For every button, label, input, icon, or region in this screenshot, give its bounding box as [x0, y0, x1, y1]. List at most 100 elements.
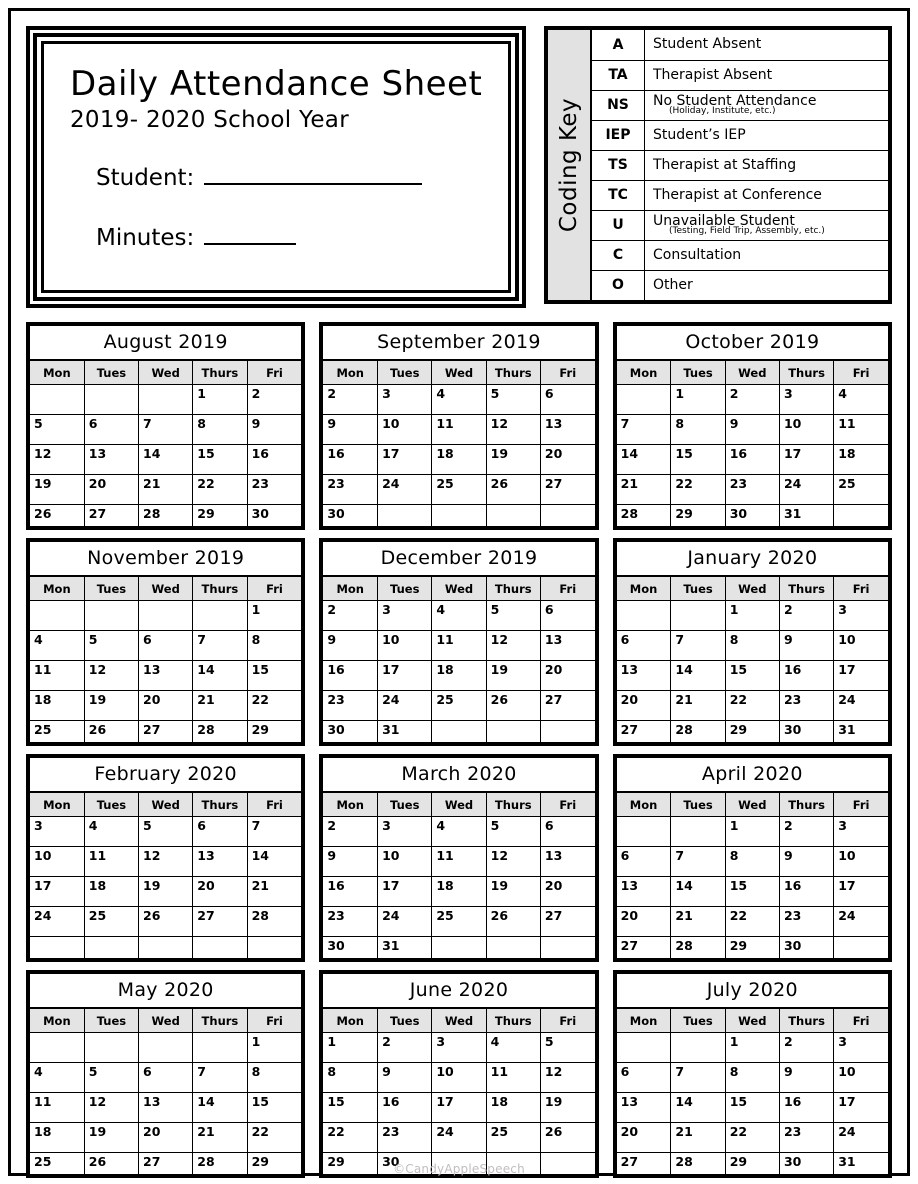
calendar-day-cell[interactable]: 30: [724, 504, 780, 526]
calendar-day-cell[interactable]: 21: [138, 474, 194, 505]
calendar-day-cell[interactable]: [83, 600, 140, 631]
calendar-day-cell[interactable]: 27: [616, 936, 672, 958]
calendar-day-cell[interactable]: 19: [539, 1092, 595, 1123]
calendar-day-cell[interactable]: 14: [670, 660, 726, 691]
calendar-day-cell[interactable]: 30: [323, 720, 379, 742]
calendar-day-cell[interactable]: [431, 936, 487, 958]
calendar-day-cell[interactable]: 17: [30, 876, 85, 907]
calendar-day-cell[interactable]: 10: [778, 414, 835, 445]
calendar-day-cell[interactable]: 23: [778, 690, 835, 721]
calendar-day-cell[interactable]: 17: [431, 1092, 487, 1123]
calendar-day-cell[interactable]: 10: [833, 630, 888, 661]
calendar-day-cell[interactable]: 21: [246, 876, 302, 907]
calendar-day-cell[interactable]: 23: [323, 474, 379, 505]
calendar-day-cell[interactable]: 7: [670, 630, 726, 661]
calendar-day-cell[interactable]: 10: [377, 846, 433, 877]
calendar-day-cell[interactable]: [431, 504, 487, 526]
calendar-day-cell[interactable]: 21: [616, 474, 672, 505]
calendar-day-cell[interactable]: 20: [138, 1122, 194, 1153]
calendar-day-cell[interactable]: 10: [30, 846, 85, 877]
calendar-day-cell[interactable]: 5: [30, 414, 85, 445]
calendar-day-cell[interactable]: 27: [138, 720, 194, 742]
calendar-day-cell[interactable]: 12: [485, 414, 541, 445]
calendar-day-cell[interactable]: [30, 600, 85, 631]
calendar-day-cell[interactable]: 8: [724, 846, 780, 877]
calendar-day-cell[interactable]: 12: [83, 1092, 140, 1123]
calendar-day-cell[interactable]: 5: [83, 630, 140, 661]
calendar-day-cell[interactable]: 16: [323, 876, 379, 907]
calendar-day-cell[interactable]: 27: [192, 906, 248, 937]
calendar-day-cell[interactable]: 2: [323, 816, 379, 847]
calendar-day-cell[interactable]: 2: [778, 816, 835, 847]
calendar-day-cell[interactable]: 18: [485, 1092, 541, 1123]
calendar-day-cell[interactable]: 28: [138, 504, 194, 526]
calendar-day-cell[interactable]: 25: [83, 906, 140, 937]
calendar-day-cell[interactable]: 7: [192, 1062, 248, 1093]
calendar-day-cell[interactable]: 17: [778, 444, 835, 475]
calendar-day-cell[interactable]: [83, 1032, 140, 1063]
calendar-day-cell[interactable]: 10: [833, 1062, 888, 1093]
calendar-day-cell[interactable]: 12: [83, 660, 140, 691]
calendar-day-cell[interactable]: 8: [724, 630, 780, 661]
student-input-line[interactable]: [204, 163, 423, 185]
calendar-day-cell[interactable]: 27: [539, 690, 595, 721]
calendar-day-cell[interactable]: 28: [670, 936, 726, 958]
calendar-day-cell[interactable]: 1: [246, 600, 302, 631]
calendar-day-cell[interactable]: 4: [83, 816, 140, 847]
calendar-day-cell[interactable]: 22: [724, 690, 780, 721]
calendar-day-cell[interactable]: 2: [377, 1032, 433, 1063]
calendar-day-cell[interactable]: 17: [833, 660, 888, 691]
calendar-day-cell[interactable]: 6: [138, 1062, 194, 1093]
calendar-day-cell[interactable]: 23: [724, 474, 780, 505]
calendar-day-cell[interactable]: [192, 1032, 248, 1063]
calendar-day-cell[interactable]: 28: [246, 906, 302, 937]
calendar-day-cell[interactable]: 16: [323, 444, 379, 475]
calendar-day-cell[interactable]: 21: [670, 906, 726, 937]
calendar-day-cell[interactable]: 24: [377, 690, 433, 721]
calendar-day-cell[interactable]: 17: [377, 660, 433, 691]
calendar-day-cell[interactable]: 31: [377, 720, 433, 742]
calendar-day-cell[interactable]: 9: [323, 846, 379, 877]
calendar-day-cell[interactable]: 3: [833, 1032, 888, 1063]
calendar-day-cell[interactable]: [192, 600, 248, 631]
calendar-day-cell[interactable]: 20: [192, 876, 248, 907]
calendar-day-cell[interactable]: 4: [30, 1062, 85, 1093]
calendar-day-cell[interactable]: 20: [616, 906, 672, 937]
calendar-day-cell[interactable]: 18: [431, 444, 487, 475]
calendar-day-cell[interactable]: 1: [192, 384, 248, 415]
calendar-day-cell[interactable]: 5: [485, 384, 541, 415]
calendar-day-cell[interactable]: [30, 384, 85, 415]
calendar-day-cell[interactable]: 16: [377, 1092, 433, 1123]
calendar-day-cell[interactable]: 19: [138, 876, 194, 907]
calendar-day-cell[interactable]: 1: [724, 600, 780, 631]
calendar-day-cell[interactable]: 7: [246, 816, 302, 847]
calendar-day-cell[interactable]: 2: [778, 1032, 835, 1063]
calendar-day-cell[interactable]: 30: [778, 936, 835, 958]
calendar-day-cell[interactable]: 7: [670, 846, 726, 877]
calendar-day-cell[interactable]: 5: [83, 1062, 140, 1093]
calendar-day-cell[interactable]: 20: [539, 660, 595, 691]
calendar-day-cell[interactable]: 27: [616, 720, 672, 742]
calendar-day-cell[interactable]: 29: [246, 720, 302, 742]
calendar-day-cell[interactable]: 29: [192, 504, 248, 526]
calendar-day-cell[interactable]: 24: [30, 906, 85, 937]
calendar-day-cell[interactable]: 28: [192, 720, 248, 742]
calendar-day-cell[interactable]: 18: [431, 660, 487, 691]
calendar-day-cell[interactable]: 1: [724, 816, 780, 847]
calendar-day-cell[interactable]: [138, 600, 194, 631]
calendar-day-cell[interactable]: 14: [246, 846, 302, 877]
calendar-day-cell[interactable]: 11: [485, 1062, 541, 1093]
calendar-day-cell[interactable]: 2: [778, 600, 835, 631]
calendar-day-cell[interactable]: 23: [778, 906, 835, 937]
calendar-day-cell[interactable]: 11: [30, 660, 85, 691]
calendar-day-cell[interactable]: 14: [192, 660, 248, 691]
calendar-day-cell[interactable]: 26: [539, 1122, 595, 1153]
calendar-day-cell[interactable]: 4: [30, 630, 85, 661]
calendar-day-cell[interactable]: 8: [670, 414, 726, 445]
calendar-day-cell[interactable]: 12: [539, 1062, 595, 1093]
calendar-day-cell[interactable]: 28: [670, 720, 726, 742]
calendar-day-cell[interactable]: 9: [323, 630, 379, 661]
calendar-day-cell[interactable]: 13: [192, 846, 248, 877]
calendar-day-cell[interactable]: 4: [431, 384, 487, 415]
calendar-day-cell[interactable]: 15: [323, 1092, 379, 1123]
